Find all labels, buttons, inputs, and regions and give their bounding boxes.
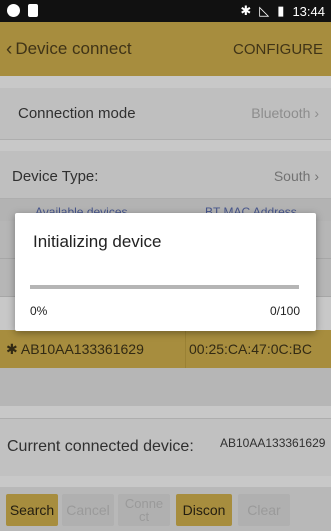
progress-bar bbox=[30, 285, 299, 289]
circle-icon bbox=[7, 4, 20, 17]
signal-off-icon: ◺ bbox=[259, 3, 270, 18]
progress-percent: 0% bbox=[30, 304, 48, 318]
dialog-title: Initializing device bbox=[33, 232, 162, 251]
progress-dialog: Initializing device 0% 0/100 bbox=[15, 213, 316, 331]
status-bar: ✱ ◺ ▮ 13:44 bbox=[0, 0, 331, 22]
bluetooth-icon: ✱ bbox=[240, 3, 252, 18]
battery-icon: ▮ bbox=[277, 3, 285, 18]
sim-icon bbox=[28, 4, 38, 17]
status-time: 13:44 bbox=[292, 3, 325, 19]
progress-count: 0/100 bbox=[269, 304, 300, 318]
